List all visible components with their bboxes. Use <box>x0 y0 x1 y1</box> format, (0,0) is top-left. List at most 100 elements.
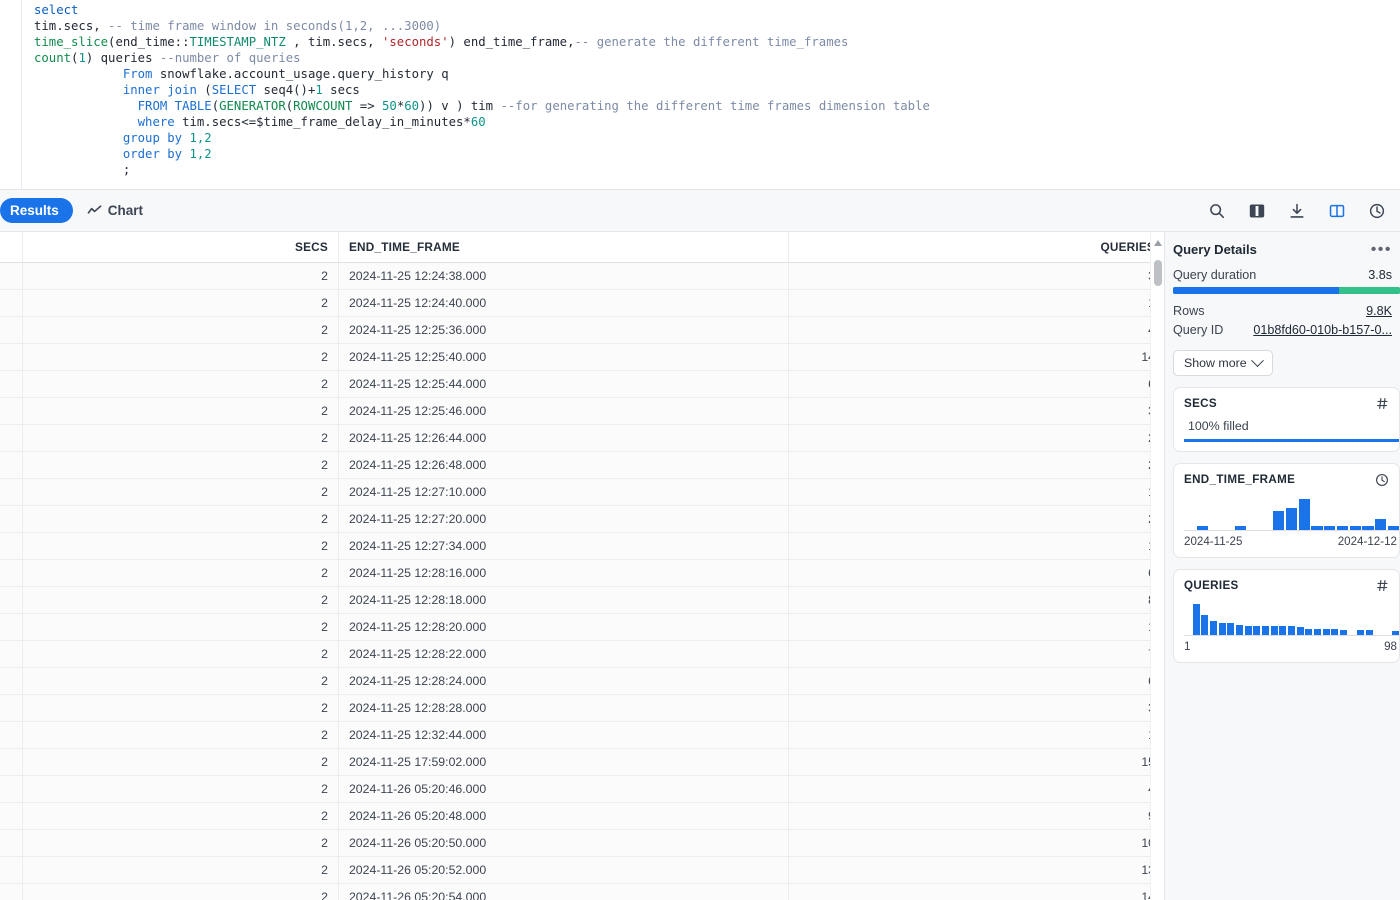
cell-secs[interactable]: 2 <box>22 829 339 857</box>
table-row[interactable]: 22024-11-26 05:20:48.0009 <box>0 802 1164 830</box>
cell-queries[interactable]: 15 <box>787 748 1164 776</box>
column-header-queries[interactable]: QUERIES <box>787 232 1164 263</box>
cell-secs[interactable]: 2 <box>22 694 339 722</box>
table-row[interactable]: 2 2024-11-26 05:20:50.000 10 <box>0 829 1164 857</box>
cell-secs[interactable]: 2 <box>22 613 339 641</box>
history-clock-icon[interactable] <box>1366 200 1388 222</box>
table-row[interactable]: 22024-11-25 12:24:38.0003 <box>0 262 1164 290</box>
cell-end-time-frame[interactable]: 2024-11-25 12:25:36.000 <box>337 316 789 344</box>
cell-queries[interactable]: 9 <box>787 802 1164 830</box>
cell-end-time-frame[interactable]: 2024-11-26 05:20:50.000 <box>337 829 789 857</box>
cell-end-time-frame[interactable]: 2024-11-25 12:25:46.000 <box>337 397 789 425</box>
cell-secs[interactable]: 2 <box>22 289 339 317</box>
cell-queries[interactable]: 3 <box>787 262 1164 290</box>
table-row[interactable]: 22024-11-25 12:27:10.0001 <box>0 478 1164 506</box>
cell-queries[interactable]: 7 <box>787 640 1164 668</box>
cell-secs[interactable]: 2 <box>22 370 339 398</box>
table-row[interactable]: 22024-11-25 12:27:34.0001 <box>0 532 1164 560</box>
tab-results[interactable]: Results <box>0 198 73 223</box>
cell-queries[interactable]: 6 <box>787 667 1164 695</box>
cell-end-time-frame[interactable]: 2024-11-25 12:27:34.000 <box>337 532 789 560</box>
column-header-end-time-frame[interactable]: END_TIME_FRAME <box>337 232 789 263</box>
cell-queries[interactable]: 8 <box>787 586 1164 614</box>
search-icon[interactable] <box>1206 200 1228 222</box>
cell-queries[interactable]: 1 <box>787 532 1164 560</box>
table-row[interactable]: 2 2024-11-25 17:59:02.000 15 <box>0 748 1164 776</box>
cell-queries[interactable]: 2 <box>787 424 1164 452</box>
cell-end-time-frame[interactable]: 2024-11-25 12:27:20.000 <box>337 505 789 533</box>
cell-end-time-frame[interactable]: 2024-11-25 12:28:28.000 <box>337 694 789 722</box>
cell-queries[interactable]: 13 <box>787 856 1164 884</box>
rows-value[interactable]: 9.8K <box>1366 304 1392 318</box>
cell-end-time-frame[interactable]: 2024-11-25 12:26:44.000 <box>337 424 789 452</box>
cell-queries[interactable]: 6 <box>787 370 1164 398</box>
scrollbar-up-arrow-icon[interactable] <box>1154 240 1162 246</box>
cell-secs[interactable]: 2 <box>22 532 339 560</box>
cell-secs[interactable]: 2 <box>22 505 339 533</box>
cell-queries[interactable]: 14 <box>787 343 1164 371</box>
cell-end-time-frame[interactable]: 2024-11-25 12:32:44.000 <box>337 721 789 749</box>
cell-secs[interactable]: 2 <box>22 478 339 506</box>
cell-queries[interactable]: 1 <box>787 289 1164 317</box>
cell-end-time-frame[interactable]: 2024-11-26 05:20:54.000 <box>337 883 789 900</box>
cell-end-time-frame[interactable]: 2024-11-25 12:28:22.000 <box>337 640 789 668</box>
more-options-icon[interactable]: ••• <box>1371 241 1392 257</box>
cell-end-time-frame[interactable]: 2024-11-25 12:24:38.000 <box>337 262 789 290</box>
cell-queries[interactable]: 3 <box>787 694 1164 722</box>
cell-secs[interactable]: 2 <box>22 586 339 614</box>
table-row[interactable]: 22024-11-25 12:26:44.0002 <box>0 424 1164 452</box>
scrollbar-thumb[interactable] <box>1154 260 1162 286</box>
cell-end-time-frame[interactable]: 2024-11-25 12:25:40.000 <box>337 343 789 371</box>
column-header-secs[interactable]: SECS <box>22 232 339 263</box>
cell-end-time-frame[interactable]: 2024-11-25 12:28:20.000 <box>337 613 789 641</box>
tab-chart[interactable]: Chart <box>79 198 155 223</box>
cell-end-time-frame[interactable]: 2024-11-25 12:24:40.000 <box>337 289 789 317</box>
cell-queries[interactable]: 10 <box>787 829 1164 857</box>
cell-secs[interactable]: 2 <box>22 262 339 290</box>
cell-queries[interactable]: 3 <box>787 397 1164 425</box>
table-row[interactable]: 22024-11-25 12:25:36.0004 <box>0 316 1164 344</box>
cell-secs[interactable]: 2 <box>22 667 339 695</box>
cell-secs[interactable]: 2 <box>22 397 339 425</box>
download-icon[interactable] <box>1286 200 1308 222</box>
table-row[interactable]: 2 2024-11-26 05:20:52.000 13 <box>0 856 1164 884</box>
cell-queries[interactable]: 1 <box>787 721 1164 749</box>
cell-end-time-frame[interactable]: 2024-11-26 05:20:46.000 <box>337 775 789 803</box>
cell-end-time-frame[interactable]: 2024-11-26 05:20:48.000 <box>337 802 789 830</box>
cell-queries[interactable]: 2 <box>787 451 1164 479</box>
cell-secs[interactable]: 2 <box>22 343 339 371</box>
sql-editor[interactable]: select tim.secs, -- time frame window in … <box>0 0 1400 190</box>
cell-secs[interactable]: 2 <box>22 856 339 884</box>
cell-queries[interactable]: 1 <box>787 613 1164 641</box>
cell-end-time-frame[interactable]: 2024-11-25 12:27:10.000 <box>337 478 789 506</box>
table-row[interactable]: 22024-11-25 12:28:18.0008 <box>0 586 1164 614</box>
cell-queries[interactable]: 14 <box>787 883 1164 900</box>
cell-secs[interactable]: 2 <box>22 748 339 776</box>
cell-end-time-frame[interactable]: 2024-11-25 12:28:24.000 <box>337 667 789 695</box>
cell-secs[interactable]: 2 <box>22 316 339 344</box>
cell-end-time-frame[interactable]: 2024-11-25 12:28:16.000 <box>337 559 789 587</box>
cell-secs[interactable]: 2 <box>22 424 339 452</box>
cell-secs[interactable]: 2 <box>22 721 339 749</box>
show-more-button[interactable]: Show more <box>1173 350 1273 376</box>
cell-secs[interactable]: 2 <box>22 640 339 668</box>
table-row[interactable]: 22024-11-25 12:27:20.0002 <box>0 505 1164 533</box>
table-row[interactable]: 22024-11-25 12:32:44.0001 <box>0 721 1164 749</box>
cell-secs[interactable]: 2 <box>22 775 339 803</box>
sql-code[interactable]: select tim.secs, -- time frame window in … <box>0 0 1400 178</box>
cell-end-time-frame[interactable]: 2024-11-26 05:20:52.000 <box>337 856 789 884</box>
table-row[interactable]: 22024-11-25 12:25:44.0006 <box>0 370 1164 398</box>
cell-queries[interactable]: 2 <box>787 505 1164 533</box>
cell-end-time-frame[interactable]: 2024-11-25 17:59:02.000 <box>337 748 789 776</box>
query-id-value[interactable]: 01b8fd60-010b-b157-0... <box>1253 323 1392 337</box>
cell-secs[interactable]: 2 <box>22 559 339 587</box>
cell-end-time-frame[interactable]: 2024-11-25 12:26:48.000 <box>337 451 789 479</box>
table-row[interactable]: 22024-11-25 12:26:48.0002 <box>0 451 1164 479</box>
grid-vertical-scrollbar[interactable] <box>1150 232 1164 900</box>
cell-end-time-frame[interactable]: 2024-11-25 12:25:44.000 <box>337 370 789 398</box>
table-row[interactable]: 22024-11-25 12:24:40.0001 <box>0 289 1164 317</box>
table-row[interactable]: 22024-11-26 05:20:46.0004 <box>0 775 1164 803</box>
table-row[interactable]: 22024-11-25 12:28:24.0006 <box>0 667 1164 695</box>
table-row[interactable]: 22024-11-25 12:28:22.0007 <box>0 640 1164 668</box>
columns-icon[interactable] <box>1246 200 1268 222</box>
